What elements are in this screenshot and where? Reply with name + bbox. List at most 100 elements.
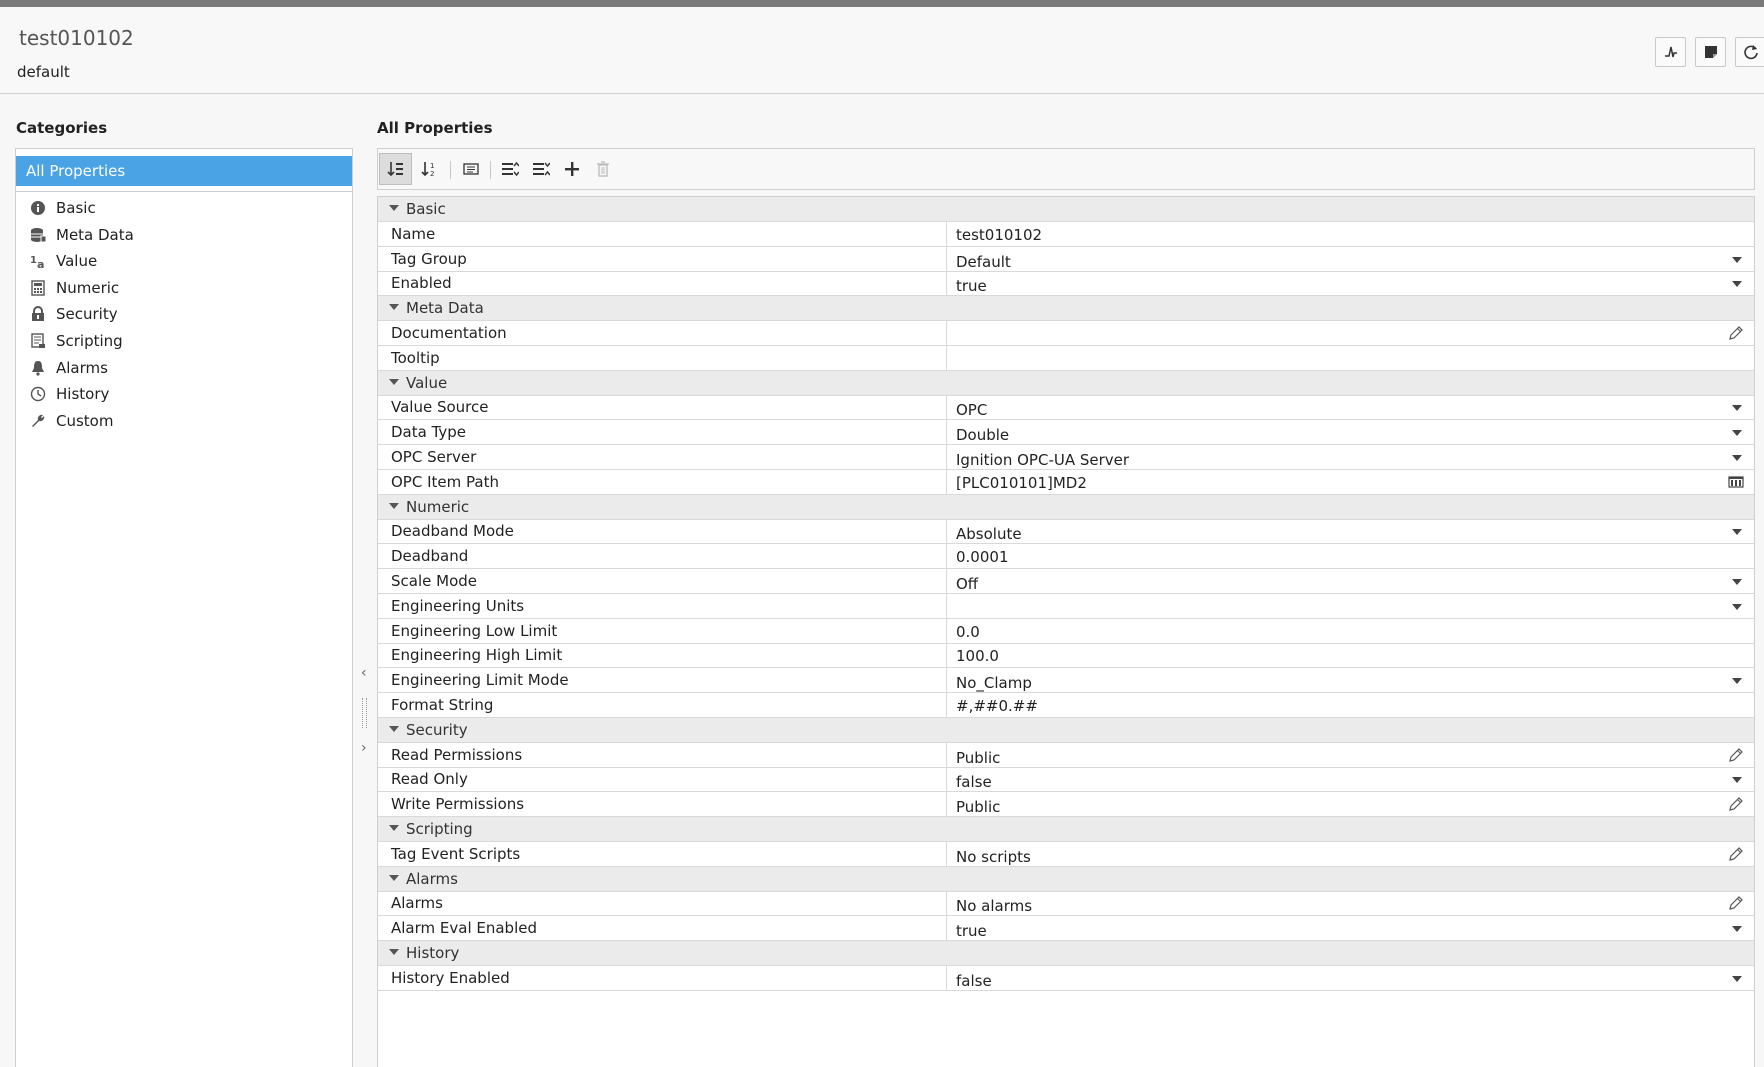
property-row: Format String #,##0.## bbox=[378, 693, 1754, 718]
chevron-down-icon[interactable] bbox=[1732, 256, 1742, 263]
add-property-button[interactable] bbox=[555, 153, 588, 185]
property-value-editor[interactable] bbox=[946, 345, 1754, 370]
group-label: History bbox=[406, 944, 460, 962]
property-value-editor[interactable]: Ignition OPC-UA Server bbox=[946, 445, 1754, 469]
delete-property-button[interactable] bbox=[586, 153, 619, 185]
category-security[interactable]: Security bbox=[16, 299, 352, 329]
svg-text:a: a bbox=[37, 258, 44, 269]
svg-text:1: 1 bbox=[30, 255, 37, 266]
property-value-editor[interactable]: false bbox=[946, 965, 1754, 990]
chevron-down-icon[interactable] bbox=[1732, 603, 1742, 610]
collapse-triangle-icon[interactable] bbox=[389, 502, 399, 509]
pencil-edit-icon[interactable] bbox=[1728, 325, 1744, 341]
note-button[interactable] bbox=[1695, 37, 1726, 67]
refresh-icon bbox=[1743, 45, 1758, 60]
property-value-editor[interactable]: Double bbox=[946, 420, 1754, 445]
property-value-editor[interactable] bbox=[946, 593, 1754, 618]
pencil-edit-icon[interactable] bbox=[1728, 747, 1744, 763]
chevron-down-icon[interactable] bbox=[1732, 678, 1742, 685]
splitter-grip[interactable] bbox=[362, 698, 367, 728]
collapse-triangle-icon[interactable] bbox=[389, 205, 399, 211]
collapse-triangle-icon[interactable] bbox=[389, 378, 399, 385]
property-value-editor[interactable]: Default bbox=[946, 246, 1754, 271]
pencil-edit-icon[interactable] bbox=[1728, 895, 1744, 911]
chevron-down-icon[interactable] bbox=[1732, 579, 1742, 585]
group-header-meta-data[interactable]: Meta Data bbox=[378, 296, 1754, 322]
property-value-editor[interactable]: true bbox=[946, 916, 1754, 941]
expand-all-button[interactable] bbox=[493, 153, 526, 185]
category-scripting[interactable]: Scripting bbox=[16, 326, 352, 356]
expand-right-arrow[interactable]: › bbox=[361, 740, 367, 756]
property-value-editor[interactable]: Absolute bbox=[946, 519, 1754, 544]
pencil-edit-icon[interactable] bbox=[1728, 796, 1744, 812]
property-row: Documentation bbox=[378, 321, 1754, 346]
sort-category-button[interactable] bbox=[379, 153, 412, 185]
property-value-editor[interactable]: 0.0001 bbox=[946, 544, 1754, 569]
property-value-editor[interactable]: test010102 bbox=[946, 221, 1754, 246]
pencil-edit-icon[interactable] bbox=[1728, 846, 1744, 862]
collapse-triangle-icon[interactable] bbox=[389, 825, 399, 831]
sort-alpha-icon: 12 bbox=[420, 162, 434, 178]
sort-alpha-button[interactable]: 12 bbox=[413, 153, 446, 185]
chevron-down-icon[interactable] bbox=[1732, 455, 1742, 461]
diagnostics-button[interactable] bbox=[1655, 37, 1686, 67]
property-name: Engineering Low Limit bbox=[391, 621, 558, 640]
property-value-editor[interactable]: No_Clamp bbox=[946, 668, 1754, 693]
collapse-triangle-icon[interactable] bbox=[389, 725, 399, 732]
category-custom[interactable]: Custom bbox=[16, 406, 352, 436]
chevron-down-icon[interactable] bbox=[1732, 975, 1742, 982]
category-numeric[interactable]: Numeric bbox=[16, 273, 352, 303]
property-value-editor[interactable]: true bbox=[946, 271, 1754, 296]
group-header-value[interactable]: Value bbox=[378, 370, 1754, 396]
window-top-bar bbox=[0, 0, 1764, 7]
group-header-basic[interactable]: Basic bbox=[378, 197, 1754, 222]
collapse-all-button[interactable] bbox=[524, 153, 557, 185]
property-value-editor[interactable]: Public bbox=[946, 792, 1754, 817]
chevron-down-icon[interactable] bbox=[1732, 777, 1742, 784]
property-value-editor[interactable]: OPC bbox=[946, 395, 1754, 420]
category-meta-data[interactable]: Meta Data bbox=[16, 220, 352, 250]
property-value: No scripts bbox=[956, 847, 1031, 866]
property-value-editor[interactable]: 100.0 bbox=[946, 643, 1754, 668]
property-value-editor[interactable]: No scripts bbox=[946, 841, 1754, 866]
property-value: Public bbox=[956, 748, 1001, 767]
chevron-down-icon[interactable] bbox=[1732, 926, 1742, 933]
category-label: History bbox=[56, 385, 110, 404]
chevron-down-icon[interactable] bbox=[1732, 529, 1742, 536]
group-header-alarms[interactable]: Alarms bbox=[378, 866, 1754, 892]
collapse-triangle-icon[interactable] bbox=[389, 874, 399, 881]
property-value: false bbox=[956, 971, 992, 990]
calculator-icon bbox=[30, 280, 46, 296]
property-value-editor[interactable]: 0.0 bbox=[946, 618, 1754, 643]
group-header-history[interactable]: History bbox=[378, 941, 1754, 966]
collapse-left-arrow[interactable]: ‹ bbox=[361, 665, 367, 681]
chevron-down-icon[interactable] bbox=[1732, 405, 1742, 412]
group-header-scripting[interactable]: Scripting bbox=[378, 817, 1754, 842]
property-value-editor[interactable]: Public bbox=[946, 742, 1754, 767]
collapse-triangle-icon[interactable] bbox=[389, 949, 399, 955]
browse-tags-icon[interactable] bbox=[1728, 474, 1744, 490]
category-basic[interactable]: Basic bbox=[16, 193, 352, 223]
tag-provider-label: default bbox=[17, 63, 70, 81]
collapse-triangle-icon[interactable] bbox=[389, 304, 399, 311]
category-history[interactable]: History bbox=[16, 379, 352, 409]
property-value-editor[interactable]: [PLC010101]MD2 bbox=[946, 469, 1754, 494]
property-value-editor[interactable]: Off bbox=[946, 569, 1754, 593]
svg-text:2: 2 bbox=[430, 170, 434, 178]
property-value-editor[interactable]: No alarms bbox=[946, 891, 1754, 916]
details-button[interactable] bbox=[454, 153, 487, 185]
group-header-security[interactable]: Security bbox=[378, 717, 1754, 743]
clock-icon bbox=[30, 386, 46, 402]
chevron-down-icon[interactable] bbox=[1732, 281, 1742, 288]
property-name: Deadband bbox=[391, 547, 469, 566]
refresh-button[interactable] bbox=[1735, 37, 1764, 67]
category-all-properties[interactable]: All Properties bbox=[16, 156, 352, 186]
category-value[interactable]: 1 a Value bbox=[16, 246, 352, 276]
property-value-editor[interactable]: false bbox=[946, 767, 1754, 792]
chevron-down-icon[interactable] bbox=[1732, 430, 1742, 437]
categories-panel: All Properties Basic Meta Data 1 a Value Nume… bbox=[15, 148, 353, 1067]
property-value-editor[interactable]: #,##0.## bbox=[946, 693, 1754, 717]
group-header-numeric[interactable]: Numeric bbox=[378, 494, 1754, 520]
category-alarms[interactable]: Alarms bbox=[16, 353, 352, 383]
property-value-editor[interactable] bbox=[946, 321, 1754, 345]
